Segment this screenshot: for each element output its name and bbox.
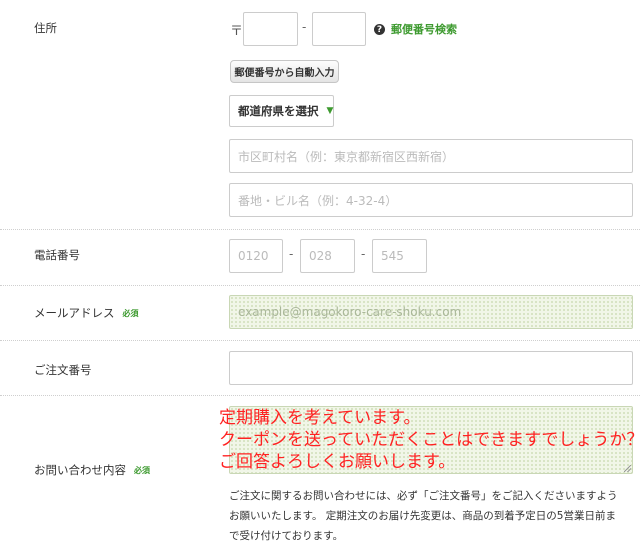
street-input[interactable]: 番地・ビル名（例：4-32-4）: [229, 183, 633, 217]
required-badge: 必須: [122, 309, 139, 318]
phone-label: 電話番号: [34, 248, 80, 262]
inquiry-text: 定期購入を考えています。 クーポンを送っていただくことはできますでしょうか？ ご…: [219, 407, 640, 473]
section-divider: [0, 285, 640, 286]
order-number-label: ご注文番号: [34, 363, 92, 377]
resize-handle-icon[interactable]: [624, 465, 631, 472]
zip-search-link[interactable]: 郵便番号検索: [391, 21, 457, 37]
autofill-address-button[interactable]: 郵便番号から自動入力: [230, 60, 339, 83]
prefecture-select[interactable]: 都道府県を選択 ▼: [229, 95, 334, 127]
phone-second-input[interactable]: 028: [300, 239, 355, 273]
inquiry-note-line: で受け付けております。: [229, 530, 344, 542]
prefecture-select-label: 都道府県を選択: [238, 104, 319, 118]
city-input[interactable]: 市区町村名（例：東京都新宿区西新宿）: [229, 139, 633, 173]
inquiry-text-line: 定期購入を考えています。: [219, 408, 421, 428]
inquiry-text-line: ご回答よろしくお願いします。: [219, 452, 456, 472]
zip-code-first-input[interactable]: [243, 12, 298, 46]
inquiry-note: ご注文に関するお問い合わせには、必ず「ご注文番号」をご記入くださいますよう お願…: [229, 486, 618, 546]
inquiry-note-line: お願いいたします。 定期注文のお届け先変更は、商品の到着予定日の5営業日前ま: [229, 510, 616, 522]
inquiry-label: お問い合わせ内容 必須: [34, 462, 150, 478]
phone-first-input[interactable]: 0120: [229, 239, 283, 273]
email-input[interactable]: example@magokoro-care-shoku.com: [229, 295, 633, 329]
order-number-input[interactable]: [229, 351, 633, 385]
required-badge: 必須: [134, 466, 150, 475]
inquiry-label-text: お問い合わせ内容: [34, 463, 126, 477]
email-label: メールアドレス 必須: [34, 305, 139, 321]
section-divider: [0, 229, 640, 230]
email-label-text: メールアドレス: [34, 306, 115, 320]
phone-separator-1: -: [289, 247, 294, 261]
question-icon: ?: [374, 24, 385, 35]
section-divider: [0, 395, 640, 396]
zip-separator: -: [302, 20, 307, 34]
postal-mark: 〒: [230, 24, 244, 39]
chevron-down-icon: ▼: [326, 106, 334, 116]
inquiry-text-line: クーポンを送っていただくことはできますでしょうか？: [219, 430, 640, 450]
zip-code-second-input[interactable]: [312, 12, 366, 46]
inquiry-note-line: ご注文に関するお問い合わせには、必ず「ご注文番号」をご記入くださいますよう: [229, 490, 618, 502]
phone-separator-2: -: [361, 247, 366, 261]
phone-third-input[interactable]: 545: [372, 239, 427, 273]
section-divider: [0, 340, 640, 341]
address-label: 住所: [34, 21, 57, 35]
